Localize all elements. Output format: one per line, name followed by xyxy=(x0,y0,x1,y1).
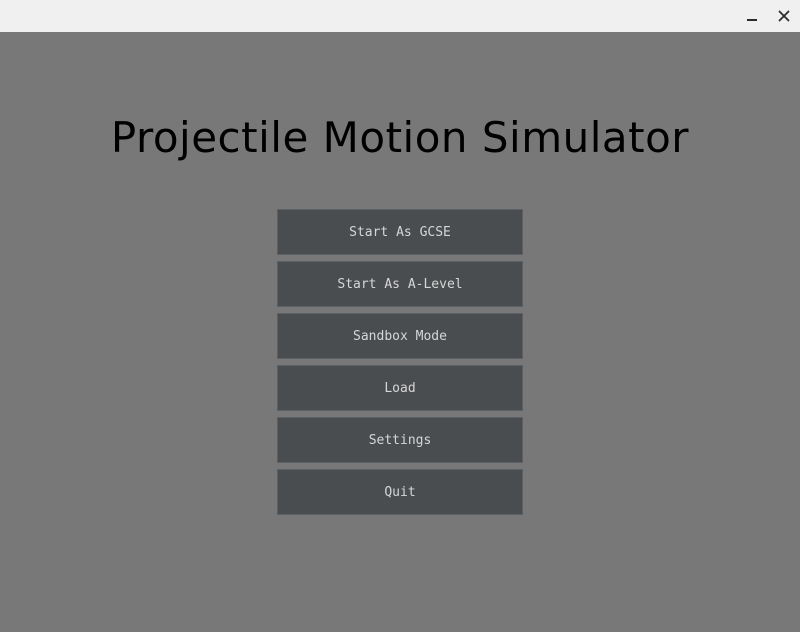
app-window: Projectile Motion Simulator Start As GCS… xyxy=(0,0,800,632)
close-button[interactable] xyxy=(768,0,800,32)
minimize-button[interactable] xyxy=(736,0,768,32)
window-titlebar xyxy=(0,0,800,32)
close-icon xyxy=(778,10,790,22)
app-title: Projectile Motion Simulator xyxy=(110,113,690,162)
quit-button[interactable]: Quit xyxy=(277,469,523,515)
start-a-level-button[interactable]: Start As A-Level xyxy=(277,261,523,307)
load-button[interactable]: Load xyxy=(277,365,523,411)
settings-button[interactable]: Settings xyxy=(277,417,523,463)
main-menu-screen: Projectile Motion Simulator Start As GCS… xyxy=(0,32,800,632)
start-gcse-button[interactable]: Start As GCSE xyxy=(277,209,523,255)
main-menu: Start As GCSE Start As A-Level Sandbox M… xyxy=(277,209,523,521)
sandbox-mode-button[interactable]: Sandbox Mode xyxy=(277,313,523,359)
minimize-icon xyxy=(747,19,757,21)
